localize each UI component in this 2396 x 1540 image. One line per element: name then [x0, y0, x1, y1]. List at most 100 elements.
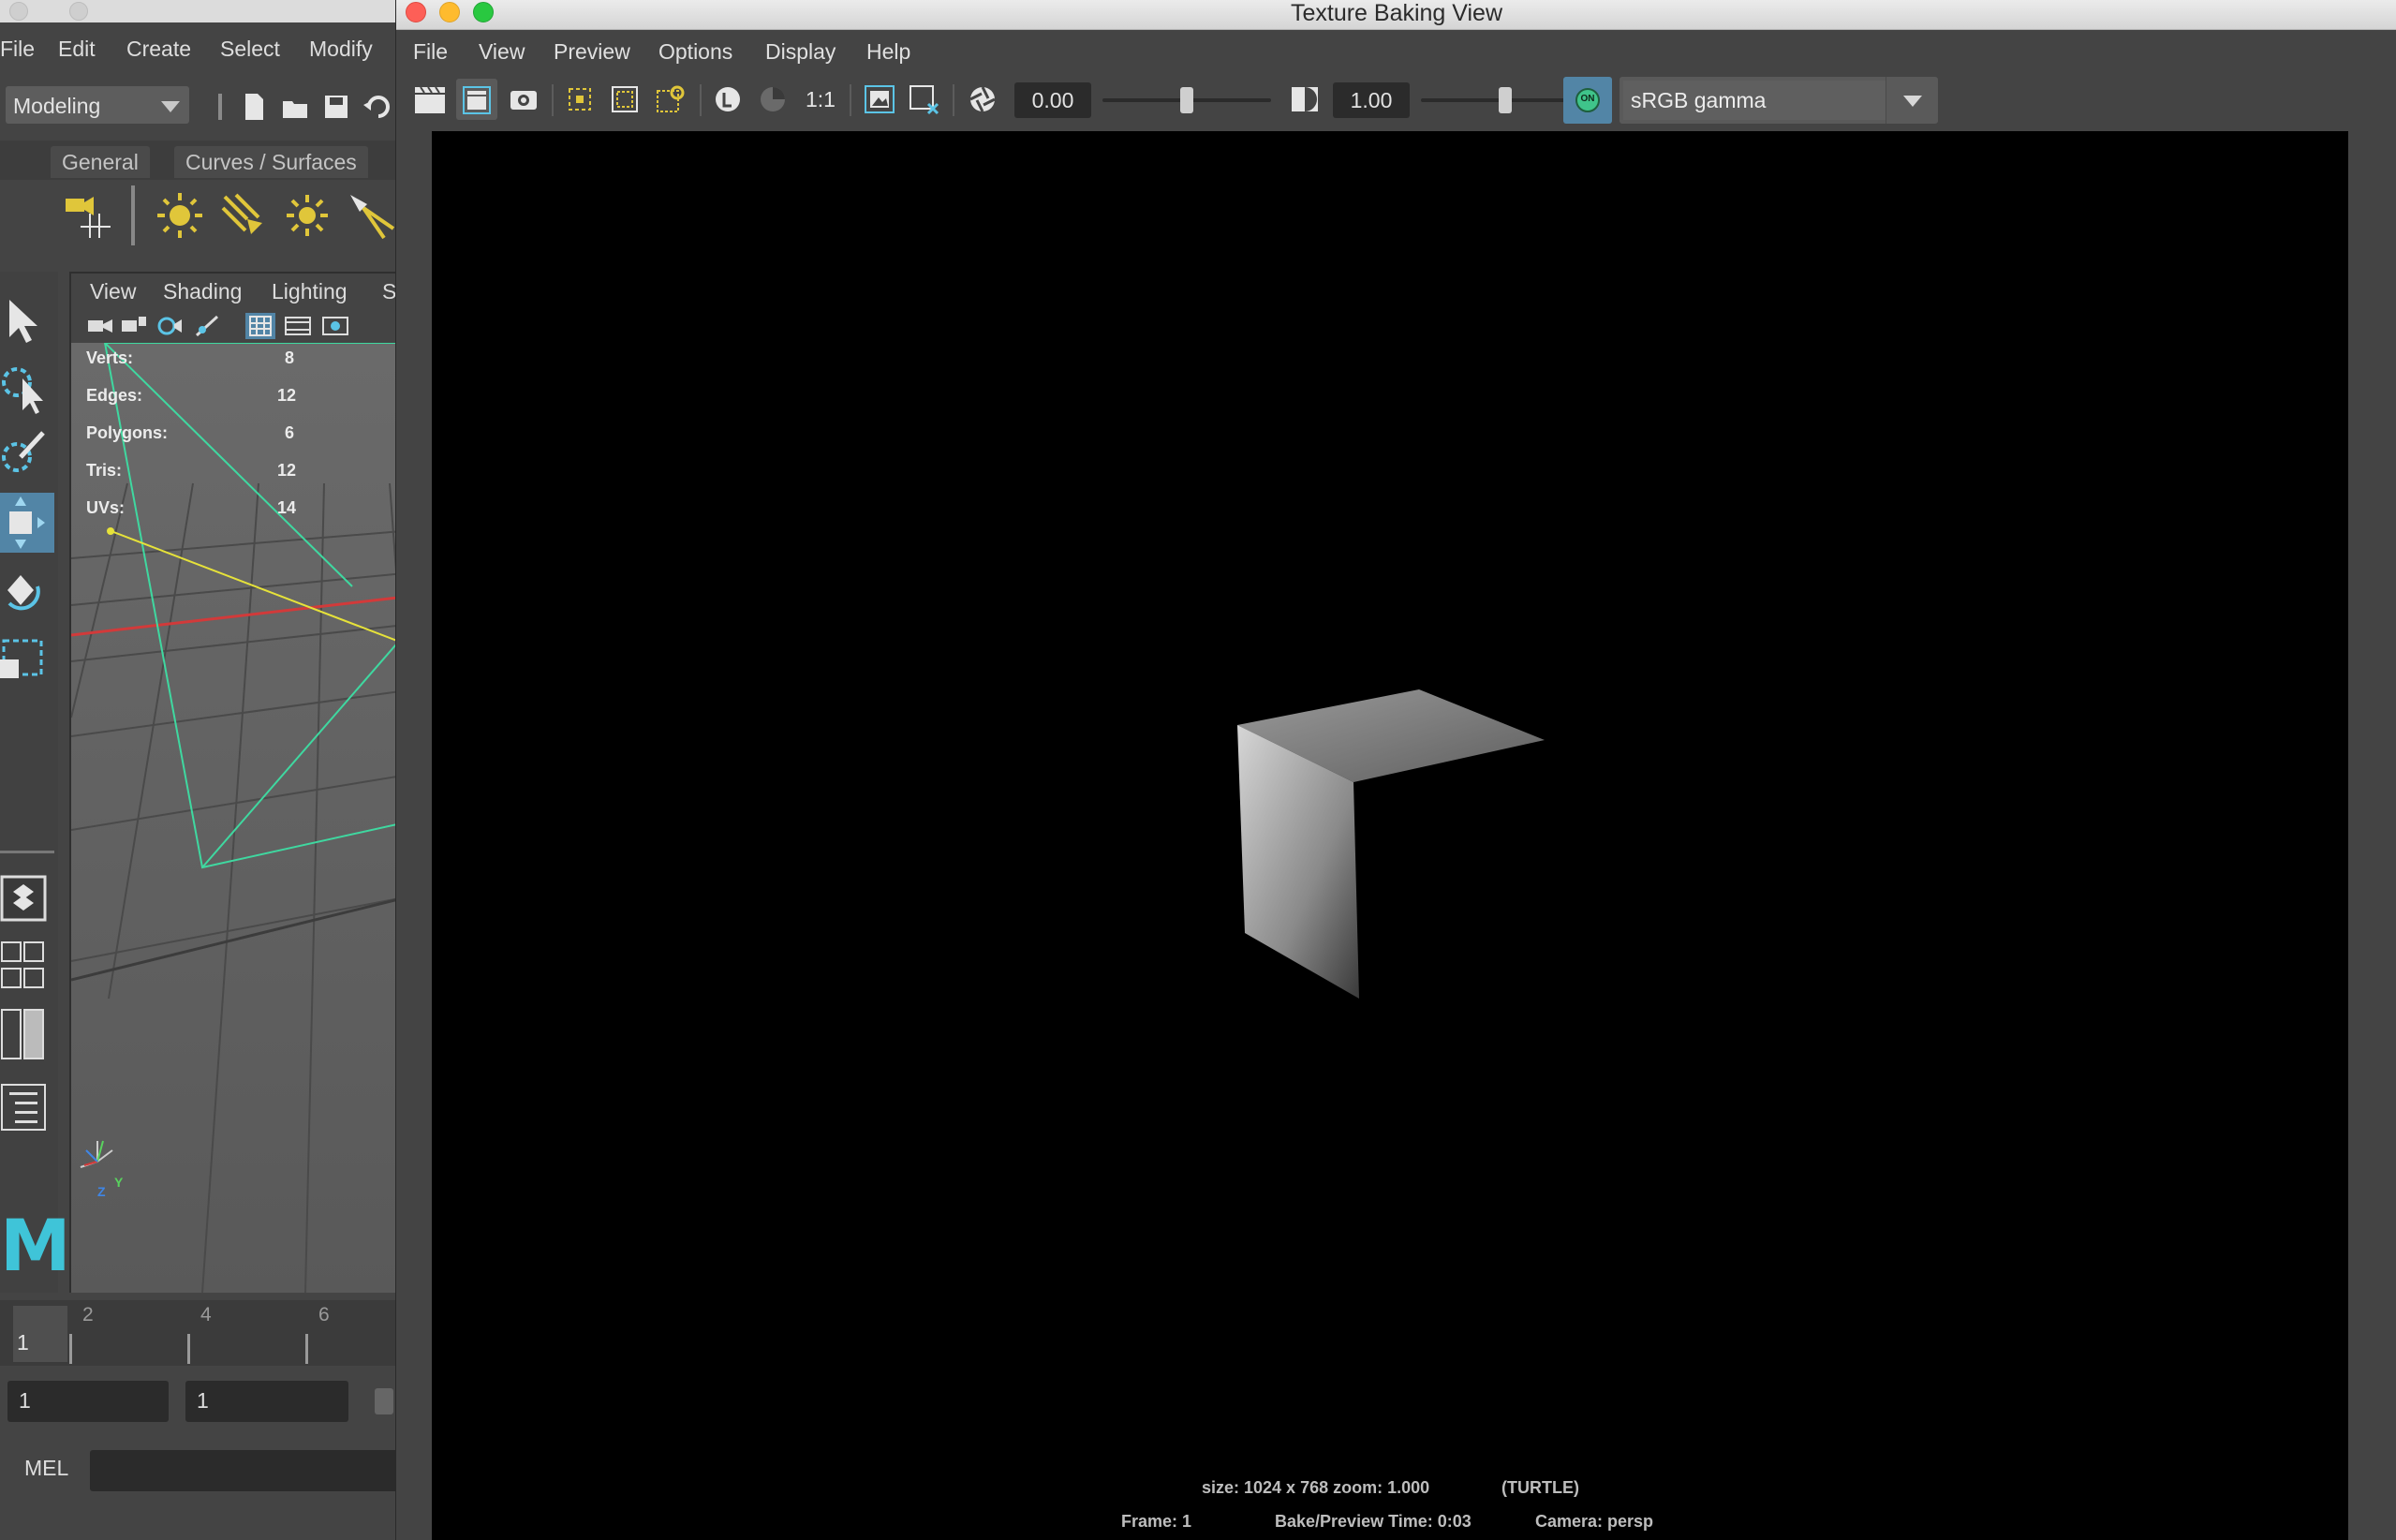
- menu-edit[interactable]: Edit: [58, 37, 96, 62]
- film-gate-icon[interactable]: [283, 315, 313, 337]
- aperture-icon: [969, 86, 996, 112]
- color-space-dropdown-button[interactable]: [1886, 77, 1938, 124]
- gamma-field[interactable]: 1.00: [1333, 82, 1410, 118]
- render-region-button[interactable]: [559, 79, 600, 120]
- new-scene-icon[interactable]: [240, 92, 268, 122]
- separator-handle-icon: [218, 94, 222, 120]
- tbv-menubar: File View Preview Options Display Help: [396, 30, 2396, 73]
- viewport-menu-lighting[interactable]: Lighting: [272, 279, 348, 304]
- color-space-dropdown[interactable]: sRGB gamma: [1620, 77, 1938, 124]
- gamma-button[interactable]: [1284, 79, 1325, 120]
- camera-attributes-icon[interactable]: [155, 315, 184, 337]
- resolution-gate-icon[interactable]: [320, 315, 350, 337]
- real-size-button[interactable]: 1:1: [797, 79, 844, 120]
- hud-verts-label: Verts:: [86, 348, 134, 367]
- viewport-menu-view[interactable]: View: [90, 279, 136, 304]
- frame-info: Frame: 1: [1121, 1512, 1192, 1531]
- command-line: MEL: [0, 1443, 412, 1499]
- select-tool[interactable]: [0, 290, 54, 350]
- keep-image-button[interactable]: [707, 79, 748, 120]
- outliner-layout-button[interactable]: [0, 1077, 54, 1137]
- exposure-button[interactable]: [962, 79, 1003, 120]
- exposure-field[interactable]: 0.00: [1014, 82, 1091, 118]
- paint-brush-icon: [2, 431, 45, 472]
- menu-select[interactable]: Select: [220, 37, 280, 62]
- hud-uvs-value: 14: [277, 498, 297, 517]
- tbv-menu-options[interactable]: Options: [658, 39, 732, 65]
- time-slider[interactable]: 1 2 4 6: [0, 1300, 412, 1366]
- hud-edges-value: 12: [277, 386, 297, 405]
- four-pane-layout-icon: [1, 941, 44, 988]
- gamma-icon: [1292, 87, 1318, 111]
- two-pane-layout-button[interactable]: [0, 1006, 54, 1062]
- shelf-tab-general[interactable]: General: [51, 146, 150, 178]
- gamma-slider-handle[interactable]: [1499, 87, 1512, 113]
- range-handle[interactable]: [375, 1388, 393, 1414]
- display-image-button[interactable]: [859, 79, 900, 120]
- tbv-menu-display[interactable]: Display: [765, 39, 836, 65]
- directional-light-icon[interactable]: [219, 191, 268, 240]
- texture-baking-view-window: Texture Baking View File View Preview Op…: [395, 0, 2396, 1540]
- tbv-menu-preview[interactable]: Preview: [554, 39, 630, 65]
- single-layout-button[interactable]: [0, 867, 54, 927]
- command-language-label[interactable]: MEL: [24, 1456, 68, 1481]
- point-light-icon[interactable]: [283, 191, 332, 240]
- command-input[interactable]: [90, 1450, 412, 1491]
- rebake-button[interactable]: [456, 79, 497, 120]
- snapshot-button[interactable]: [503, 79, 544, 120]
- undo-icon[interactable]: [363, 92, 392, 122]
- rotate-tool[interactable]: [0, 560, 54, 620]
- bake-button[interactable]: [409, 79, 451, 120]
- bake-time-info: Bake/Preview Time: 0:03: [1275, 1512, 1472, 1531]
- move-tool[interactable]: [0, 493, 54, 553]
- start-frame-field[interactable]: 1: [7, 1381, 169, 1422]
- menu-modify[interactable]: Modify: [309, 37, 373, 62]
- tbv-menu-help[interactable]: Help: [866, 39, 910, 65]
- move-icon: [9, 496, 45, 549]
- open-scene-icon[interactable]: [281, 92, 309, 122]
- mode-dropdown[interactable]: Modeling: [6, 86, 189, 124]
- create-camera-icon[interactable]: [62, 191, 114, 240]
- tick-mark: [69, 1334, 72, 1364]
- maya-main-window: File Edit Create Select Modify Modeling …: [0, 0, 414, 1540]
- menu-create[interactable]: Create: [126, 37, 191, 62]
- color-management-toggle[interactable]: ON: [1563, 77, 1612, 124]
- minimize-window-icon[interactable]: [69, 2, 88, 21]
- renderer-info: (TURTLE): [1501, 1478, 1579, 1497]
- hud-polygons-value: 6: [285, 423, 295, 442]
- paint-select-tool[interactable]: [0, 425, 54, 485]
- ambient-light-icon[interactable]: [155, 191, 204, 240]
- menu-file[interactable]: File: [0, 37, 35, 62]
- shelf-separator: [131, 185, 135, 245]
- hud-polygons-label: Polygons:: [86, 423, 169, 442]
- close-window-icon[interactable]: [9, 2, 28, 21]
- tbv-menu-view[interactable]: View: [479, 39, 525, 65]
- viewport-canvas[interactable]: Verts: 8 Edges: 12 Polygons: 6 Tris: 12 …: [71, 343, 414, 1293]
- tick-label: 6: [318, 1304, 330, 1325]
- bake-region-icon: [612, 86, 638, 112]
- select-camera-icon[interactable]: [86, 315, 114, 337]
- save-scene-icon[interactable]: [322, 92, 350, 122]
- tbv-menu-file[interactable]: File: [413, 39, 448, 65]
- exposure-slider-handle[interactable]: [1180, 87, 1193, 113]
- spot-light-icon[interactable]: [347, 191, 395, 240]
- hud-tris-label: Tris:: [86, 461, 123, 480]
- lock-camera-icon[interactable]: [120, 315, 148, 337]
- bake-settings-button[interactable]: [649, 79, 690, 120]
- grid-icon[interactable]: [245, 313, 275, 339]
- lasso-tool[interactable]: [0, 358, 54, 418]
- scale-tool[interactable]: [0, 628, 54, 688]
- bake-selected-button[interactable]: [604, 79, 645, 120]
- tbv-toolbar: 1:1 0.00 1.00 ON sRGB gamma: [396, 73, 2396, 127]
- viewport-menu-shading[interactable]: Shading: [163, 279, 242, 304]
- four-pane-layout-button[interactable]: [0, 939, 54, 995]
- clear-image-button[interactable]: [904, 79, 945, 120]
- baked-image-canvas[interactable]: size: 1024 x 768 zoom: 1.000 (TURTLE) Fr…: [432, 131, 2348, 1540]
- shelf-tab-curves-surfaces[interactable]: Curves / Surfaces: [174, 146, 368, 178]
- toolbar-separator: [850, 84, 851, 116]
- rotate-icon: [7, 575, 40, 611]
- end-frame-field[interactable]: 1: [185, 1381, 348, 1422]
- bookmark-camera-icon[interactable]: [193, 315, 221, 337]
- remove-image-button[interactable]: [752, 79, 793, 120]
- chevron-down-icon: [161, 101, 180, 112]
